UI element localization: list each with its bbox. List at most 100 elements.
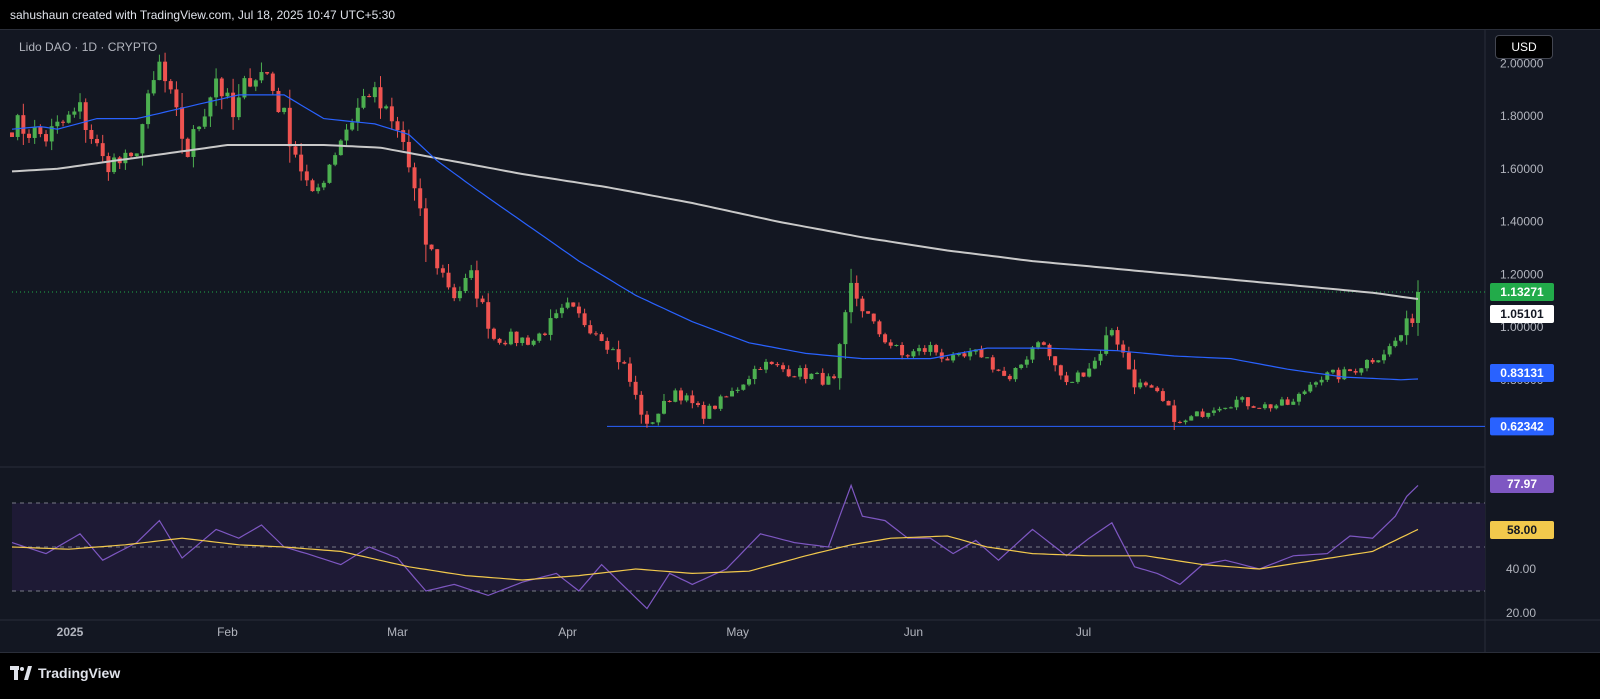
candle-body — [928, 345, 933, 352]
candle-body — [503, 342, 508, 345]
candle-body — [1104, 335, 1109, 354]
candle-body — [1115, 330, 1120, 345]
candle-body — [1381, 354, 1386, 361]
ma-long-line — [11, 144, 1419, 300]
candle-body — [350, 122, 355, 130]
candle-body — [1251, 406, 1256, 408]
candle-body — [1166, 400, 1171, 406]
candle-body — [140, 124, 145, 154]
candle-body — [100, 143, 105, 157]
bottom-brand-bar: TradingView — [0, 652, 1600, 699]
candle-body — [1359, 368, 1364, 373]
candle-body — [1223, 407, 1228, 409]
candle-body — [293, 146, 298, 155]
candle-body — [1234, 399, 1239, 408]
candle-body — [1183, 420, 1188, 423]
candle-body — [259, 72, 264, 81]
candle-body — [333, 155, 338, 165]
candle-body — [1302, 391, 1307, 394]
candle-body — [1211, 410, 1216, 413]
candle-body — [1370, 359, 1375, 363]
candle-body — [1013, 367, 1018, 380]
candle-body — [900, 344, 905, 356]
candle-body — [1041, 342, 1046, 345]
candle-body — [66, 114, 71, 123]
candle-body — [321, 182, 326, 188]
candle-body — [191, 129, 196, 157]
candle-body — [1138, 382, 1143, 388]
candle-body — [1024, 359, 1029, 365]
candle-body — [1364, 359, 1369, 369]
candle-body — [1019, 364, 1024, 368]
time-axis-label: May — [726, 625, 749, 639]
price-tick-label: 1.20000 — [1500, 267, 1544, 281]
price-chart[interactable]: 1.800001.600001.400001.200001.000000.800… — [0, 0, 1600, 699]
candle-body — [798, 368, 803, 377]
price-tick-label: 1.80000 — [1500, 109, 1544, 123]
candle-body — [758, 368, 763, 370]
candle-body — [735, 389, 740, 391]
candle-body — [979, 349, 984, 358]
brand-name: TradingView — [38, 665, 121, 681]
candle-body — [695, 403, 700, 406]
candle-body — [384, 106, 389, 109]
symbol-legend[interactable]: Lido DAO · 1D · CRYPTO — [19, 40, 157, 54]
candle-body — [304, 171, 309, 181]
candle-body — [622, 362, 627, 364]
candle-body — [565, 302, 570, 308]
tradingview-brand[interactable]: TradingView — [10, 665, 120, 681]
candle-body — [718, 396, 723, 409]
candle-body — [1347, 369, 1352, 372]
candle-body — [860, 298, 865, 312]
candle-body — [270, 73, 275, 91]
candle-body — [1109, 330, 1114, 336]
candle-body — [236, 97, 241, 118]
candle-body — [582, 313, 587, 326]
candle-body — [287, 107, 292, 147]
candle-body — [1053, 356, 1058, 366]
candle-body — [435, 249, 440, 269]
candle-body — [934, 345, 939, 353]
candle-body — [452, 287, 457, 299]
candle-body — [180, 107, 185, 139]
candle-body — [951, 355, 956, 361]
currency-button[interactable]: USD — [1495, 35, 1553, 59]
rsi-tick-label: 20.00 — [1506, 606, 1536, 620]
candle-body — [474, 270, 479, 299]
candle-body — [1030, 347, 1035, 360]
candle-body — [1325, 372, 1330, 380]
candle-body — [1274, 405, 1279, 409]
candle-body — [163, 61, 168, 82]
candle-body — [129, 152, 134, 157]
candle-body — [803, 368, 808, 379]
candle-body — [123, 152, 128, 164]
candle-body — [610, 349, 615, 351]
candle-body — [707, 405, 712, 419]
candle-body — [520, 337, 525, 344]
candle-body — [1189, 416, 1194, 421]
candle-body — [1262, 404, 1267, 409]
candle-body — [1194, 411, 1199, 417]
candle-body — [650, 422, 655, 424]
candle-body — [701, 405, 706, 419]
candle-body — [917, 348, 922, 352]
candle-body — [843, 312, 848, 345]
candle-body — [361, 95, 366, 108]
candle-body — [38, 126, 43, 135]
last-price-label: 1.13271 — [1500, 285, 1544, 299]
candle-body — [1245, 397, 1250, 407]
candle-body — [157, 61, 162, 81]
candle-body — [486, 302, 491, 329]
candle-body — [202, 116, 207, 127]
candle-body — [667, 400, 672, 402]
rsi-tick-label: 40.00 — [1506, 562, 1536, 576]
candle-body — [854, 282, 859, 299]
candle-body — [781, 365, 786, 370]
candle-body — [1087, 368, 1092, 377]
candle-body — [197, 126, 202, 130]
candle-body — [548, 318, 553, 335]
candle-body — [344, 129, 349, 141]
candle-body — [27, 133, 32, 138]
candle-body — [644, 414, 649, 424]
candle-body — [883, 334, 888, 343]
